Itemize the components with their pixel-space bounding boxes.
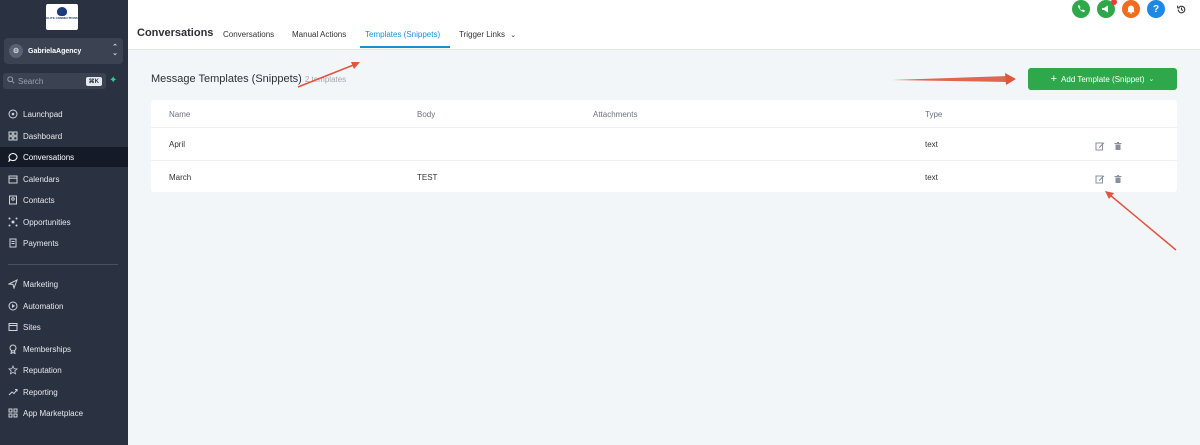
- history-icon[interactable]: [1172, 0, 1190, 18]
- tab-templates-snippets[interactable]: Templates (Snippets): [365, 30, 440, 39]
- sidebar-item-contacts[interactable]: Contacts: [0, 190, 128, 210]
- chart-icon: [8, 387, 18, 397]
- company-logo[interactable]: ELITE CONNECTIONS: [46, 4, 78, 30]
- chevron-updown-icon: ⌃ ⌄: [112, 44, 118, 57]
- annotation-arrows: [297, 62, 1177, 251]
- sidebar-item-label: Contacts: [23, 195, 55, 205]
- search-input[interactable]: Search ⌘K: [3, 73, 106, 89]
- apps-icon: [8, 408, 18, 418]
- account-icon: ⚙: [9, 44, 23, 58]
- column-header-type[interactable]: Type: [925, 110, 942, 119]
- tab-label: Trigger Links: [459, 30, 505, 39]
- sites-icon: [8, 322, 18, 332]
- sidebar-item-label: Launchpad: [23, 109, 63, 119]
- section-title-text: Message Templates (Snippets): [151, 73, 302, 85]
- sidebar-item-label: Calendars: [23, 174, 60, 184]
- sidebar-item-sites[interactable]: Sites: [0, 317, 128, 337]
- sidebar-item-label: Payments: [23, 238, 59, 248]
- sidebar-item-marketing[interactable]: Marketing: [0, 274, 128, 294]
- logo-mark: [57, 7, 67, 16]
- sidebar-item-label: Opportunities: [23, 217, 71, 227]
- sidebar-item-calendars[interactable]: Calendars: [0, 169, 128, 189]
- sidebar-item-app-marketplace[interactable]: App Marketplace: [0, 403, 128, 423]
- tab-conversations[interactable]: Conversations: [223, 30, 274, 39]
- star-icon: [8, 365, 18, 375]
- row-type: text: [925, 140, 938, 149]
- search-placeholder: Search: [18, 76, 44, 86]
- sidebar-item-label: Automation: [23, 301, 64, 311]
- trash-icon[interactable]: [1113, 171, 1123, 183]
- sidebar-item-label: App Marketplace: [23, 408, 84, 418]
- trash-icon[interactable]: [1113, 138, 1123, 150]
- calendar-icon: [8, 174, 18, 184]
- sparkle-icon[interactable]: ✦: [109, 75, 120, 87]
- logo-text: ELITE CONNECTIONS: [46, 16, 78, 20]
- add-template-label: Add Template (Snippet): [1061, 74, 1145, 84]
- table-row[interactable]: April text: [151, 127, 1177, 160]
- row-name: March: [169, 173, 192, 182]
- sidebar-item-opportunities[interactable]: Opportunities: [0, 212, 128, 232]
- rocket-icon: [8, 109, 18, 119]
- sidebar-item-payments[interactable]: Payments: [0, 233, 128, 253]
- payments-icon: [8, 238, 18, 248]
- active-tab-indicator: [360, 46, 450, 48]
- sidebar-item-automation[interactable]: Automation: [0, 296, 128, 316]
- sidebar-item-dashboard[interactable]: Dashboard: [0, 126, 128, 146]
- template-count: 2 templates: [304, 75, 347, 84]
- page-title: Conversations: [137, 27, 214, 39]
- opportunities-icon: [8, 217, 18, 227]
- sidebar-item-reputation[interactable]: Reputation: [0, 360, 128, 380]
- bell-icon[interactable]: [1122, 0, 1140, 18]
- sidebar-item-memberships[interactable]: Memberships: [0, 339, 128, 359]
- sidebar-item-label: Marketing: [23, 279, 59, 289]
- edit-icon[interactable]: [1095, 138, 1105, 151]
- account-name: GabrielaAgency: [28, 47, 82, 55]
- sidebar-item-label: Reporting: [23, 387, 58, 397]
- sidebar-item-label: Conversations: [23, 152, 75, 162]
- send-icon: [8, 279, 18, 289]
- chevron-down-icon: ⌄: [510, 32, 517, 39]
- row-name: April: [169, 140, 186, 149]
- table-row[interactable]: March TEST text: [151, 160, 1177, 193]
- sidebar-item-conversations[interactable]: Conversations: [0, 147, 128, 167]
- help-icon[interactable]: ?: [1147, 0, 1165, 18]
- sidebar-item-reporting[interactable]: Reporting: [0, 382, 128, 402]
- sidebar-item-label: Dashboard: [23, 131, 63, 141]
- column-header-name[interactable]: Name: [169, 110, 190, 119]
- phone-icon[interactable]: [1072, 0, 1090, 18]
- arrow-to-edit-icon: [1105, 191, 1177, 251]
- column-header-attachments[interactable]: Attachments: [593, 110, 637, 119]
- arrow-to-add-button: [892, 73, 1016, 85]
- grid-icon: [8, 131, 18, 141]
- tab-trigger-links[interactable]: Trigger Links ⌄: [459, 30, 516, 39]
- row-body: TEST: [417, 173, 438, 182]
- sidebar-item-label: Sites: [23, 322, 41, 332]
- sidebar-item-launchpad[interactable]: Launchpad: [0, 104, 128, 124]
- section-title: Message Templates (Snippets) 2 templates: [151, 73, 346, 85]
- automation-icon: [8, 301, 18, 311]
- sidebar: ELITE CONNECTIONS ⚙ GabrielaAgency ⌃ ⌄ Se…: [0, 0, 128, 445]
- membership-icon: [8, 344, 18, 354]
- sidebar-item-label: Memberships: [23, 344, 72, 354]
- row-type: text: [925, 173, 938, 182]
- templates-table: Name Body Attachments Type April text Ma…: [151, 100, 1177, 192]
- account-switcher[interactable]: ⚙ GabrielaAgency ⌃ ⌄: [4, 38, 123, 64]
- top-bar: Conversations Conversations Manual Actio…: [128, 0, 1200, 50]
- chat-icon: [8, 152, 18, 162]
- sidebar-divider: [8, 264, 118, 265]
- search-shortcut: ⌘K: [85, 76, 102, 86]
- search-icon: [7, 76, 15, 86]
- tab-manual-actions[interactable]: Manual Actions: [292, 30, 346, 39]
- edit-icon[interactable]: [1095, 171, 1105, 184]
- plus-icon: +: [1050, 73, 1058, 85]
- add-template-button[interactable]: + Add Template (Snippet) ⌄: [1028, 68, 1177, 90]
- sidebar-item-label: Reputation: [23, 365, 62, 375]
- contacts-icon: [8, 195, 18, 205]
- chevron-down-icon: ⌄: [1148, 76, 1155, 83]
- column-header-body[interactable]: Body: [417, 110, 435, 119]
